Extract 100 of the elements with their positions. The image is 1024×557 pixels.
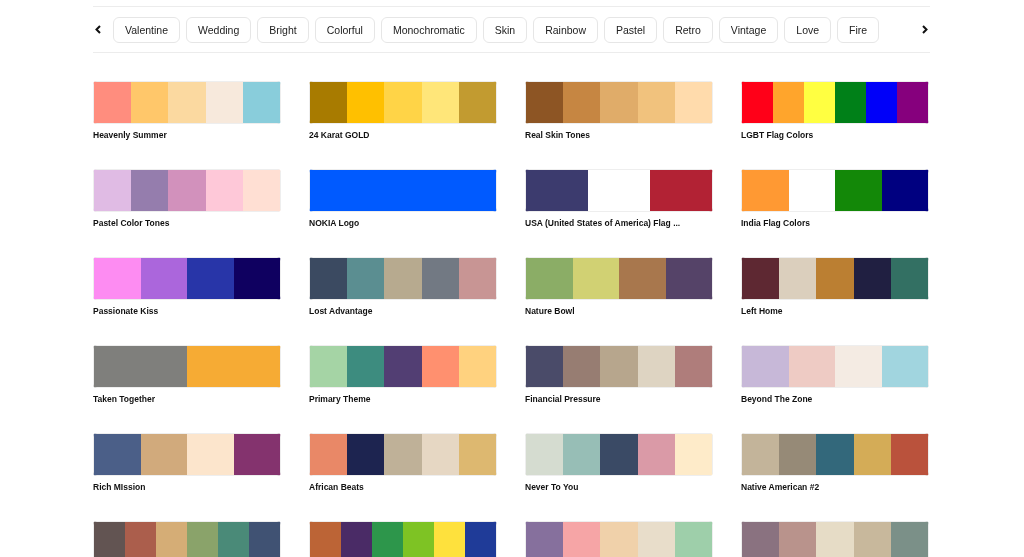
color-swatch[interactable] [458, 433, 497, 476]
palette-name[interactable]: Beyond The Zone [741, 394, 813, 406]
color-swatch[interactable] [572, 257, 619, 300]
category-chip[interactable]: Monochromatic [380, 16, 477, 43]
color-swatch[interactable] [600, 433, 638, 476]
color-swatch[interactable] [434, 521, 465, 557]
color-swatch[interactable] [205, 169, 243, 212]
color-swatch[interactable] [242, 169, 281, 212]
color-swatch[interactable] [881, 345, 929, 388]
color-swatch[interactable] [816, 433, 854, 476]
color-swatch[interactable] [309, 81, 348, 124]
palette-name[interactable]: Passionate Kiss [93, 306, 159, 318]
color-swatch[interactable] [205, 81, 243, 124]
color-swatch[interactable] [637, 433, 675, 476]
color-swatch[interactable] [563, 345, 601, 388]
palette-name[interactable]: Rich MIssion [93, 482, 146, 494]
category-chip[interactable]: Rainbow [533, 16, 598, 43]
color-swatch[interactable] [779, 257, 817, 300]
color-swatch[interactable] [218, 521, 249, 557]
color-swatch[interactable] [853, 257, 891, 300]
color-swatch[interactable] [773, 81, 804, 124]
category-chip[interactable]: Bright [257, 16, 309, 43]
color-swatch[interactable] [187, 257, 234, 300]
color-swatch[interactable] [156, 521, 187, 557]
color-swatch[interactable] [600, 81, 638, 124]
color-swatch[interactable] [619, 257, 666, 300]
category-chip[interactable]: Wedding [186, 16, 252, 43]
color-swatch[interactable] [804, 81, 835, 124]
color-swatch[interactable] [233, 257, 281, 300]
color-swatch[interactable] [384, 81, 422, 124]
color-swatch[interactable] [600, 345, 638, 388]
color-swatch[interactable] [674, 345, 713, 388]
palette-name[interactable]: Pastel Color Tones [93, 218, 170, 230]
color-swatch[interactable] [341, 521, 372, 557]
color-swatch[interactable] [458, 345, 497, 388]
palette-name[interactable]: Never To You [525, 482, 579, 494]
color-swatch[interactable] [93, 257, 141, 300]
category-chip[interactable]: Valentine [113, 16, 180, 43]
color-swatch[interactable] [372, 521, 403, 557]
color-swatch[interactable] [93, 81, 132, 124]
color-swatch[interactable] [125, 521, 156, 557]
palette-name[interactable]: Nature Bowl [525, 306, 575, 318]
color-swatch[interactable] [458, 81, 497, 124]
color-swatch[interactable] [309, 345, 348, 388]
color-swatch[interactable] [890, 521, 929, 557]
color-swatch[interactable] [168, 81, 206, 124]
category-chip[interactable]: Pastel [604, 16, 658, 43]
color-swatch[interactable] [525, 345, 564, 388]
color-swatch[interactable] [600, 521, 638, 557]
color-swatch[interactable] [835, 169, 882, 212]
color-swatch[interactable] [309, 169, 497, 212]
color-swatch[interactable] [93, 345, 187, 388]
color-swatch[interactable] [347, 81, 385, 124]
color-swatch[interactable] [384, 345, 422, 388]
color-swatch[interactable] [788, 169, 835, 212]
palette-name[interactable]: Native American #2 [741, 482, 820, 494]
color-swatch[interactable] [853, 433, 891, 476]
color-swatch[interactable] [140, 433, 187, 476]
color-swatch[interactable] [249, 521, 281, 557]
palette-name[interactable]: 24 Karat GOLD [309, 130, 370, 142]
color-swatch[interactable] [563, 81, 601, 124]
color-swatch[interactable] [347, 345, 385, 388]
color-swatch[interactable] [93, 169, 132, 212]
color-swatch[interactable] [779, 521, 817, 557]
color-swatch[interactable] [563, 521, 601, 557]
category-chip[interactable]: Fire [837, 16, 880, 43]
color-swatch[interactable] [674, 433, 713, 476]
color-swatch[interactable] [168, 169, 206, 212]
color-swatch[interactable] [93, 433, 141, 476]
palette-name[interactable]: Lost Advantage [309, 306, 373, 318]
color-swatch[interactable] [187, 433, 234, 476]
category-chip[interactable]: Skin [482, 16, 528, 43]
palette-name[interactable]: USA (United States of America) Flag ... [525, 218, 681, 230]
color-swatch[interactable] [779, 433, 817, 476]
color-swatch[interactable] [897, 81, 929, 124]
color-swatch[interactable] [525, 257, 573, 300]
color-swatch[interactable] [588, 169, 650, 212]
palette-name[interactable]: NOKIA Logo [309, 218, 360, 230]
color-swatch[interactable] [233, 433, 281, 476]
color-swatch[interactable] [131, 81, 169, 124]
color-swatch[interactable] [741, 521, 780, 557]
color-swatch[interactable] [347, 433, 385, 476]
color-swatch[interactable] [93, 521, 125, 557]
category-chip[interactable]: Colorful [314, 16, 375, 43]
color-swatch[interactable] [637, 345, 675, 388]
palette-name[interactable]: India Flag Colors [741, 218, 810, 230]
palette-name[interactable]: Taken Together [93, 394, 156, 406]
color-swatch[interactable] [866, 81, 897, 124]
color-swatch[interactable] [421, 81, 459, 124]
palette-name[interactable]: African Beats [309, 482, 364, 494]
palette-name[interactable]: Left Home [741, 306, 783, 318]
color-swatch[interactable] [835, 81, 866, 124]
color-swatch[interactable] [674, 81, 713, 124]
color-swatch[interactable] [563, 433, 601, 476]
color-swatch[interactable] [788, 345, 835, 388]
color-swatch[interactable] [637, 81, 675, 124]
color-swatch[interactable] [650, 169, 713, 212]
color-swatch[interactable] [465, 521, 497, 557]
color-swatch[interactable] [403, 521, 434, 557]
palette-name[interactable]: Heavenly Summer [93, 130, 167, 142]
